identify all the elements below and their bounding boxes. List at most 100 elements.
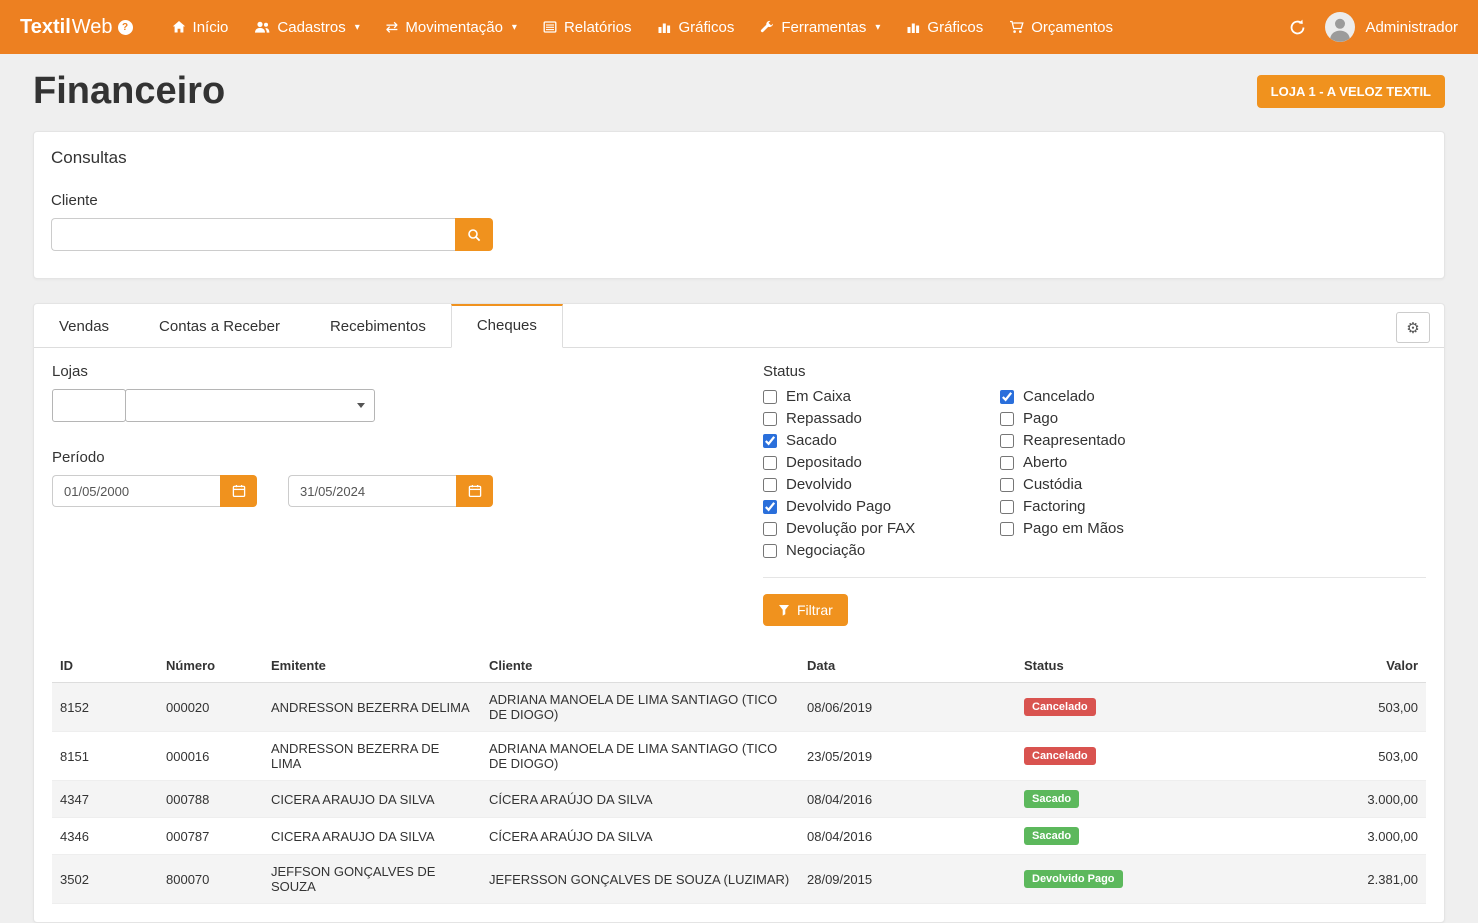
chevron-down-icon: ▾ [355, 22, 360, 33]
header-data: Data [799, 650, 1016, 683]
nav-orcamentos[interactable]: Orçamentos [996, 0, 1126, 54]
tab-bar: Vendas Contas a Receber Recebimentos Che… [34, 304, 1444, 348]
filter-button[interactable]: Filtrar [763, 594, 848, 626]
status-checkbox[interactable] [1000, 478, 1014, 492]
nav-label: Gráficos [678, 19, 734, 36]
status-checkbox[interactable] [763, 434, 777, 448]
status-option-label: Devolvido [786, 477, 852, 492]
brand-logo[interactable]: TextilWeb ? [20, 16, 133, 39]
status-option[interactable]: Reapresentado [1000, 433, 1237, 448]
status-checkbox[interactable] [763, 390, 777, 404]
nav-inicio[interactable]: Início [159, 0, 242, 54]
status-option[interactable]: Factoring [1000, 499, 1237, 514]
status-option[interactable]: Devolvido Pago [763, 499, 1000, 514]
status-option[interactable]: Sacado [763, 433, 1000, 448]
cell-status: Sacado [1016, 818, 1231, 855]
periodo-label: Período [52, 449, 763, 466]
status-option[interactable]: Negociação [763, 543, 1000, 558]
status-checkbox[interactable] [763, 522, 777, 536]
header-status: Status [1016, 650, 1231, 683]
status-checkbox[interactable] [1000, 500, 1014, 514]
status-option[interactable]: Cancelado [1000, 389, 1237, 404]
nav-graficos-1[interactable]: Gráficos [644, 0, 747, 54]
tabs-panel: Vendas Contas a Receber Recebimentos Che… [33, 303, 1445, 923]
nav-ferramentas[interactable]: Ferramentas ▾ [747, 0, 893, 54]
consultas-panel: Consultas Cliente [33, 131, 1445, 279]
status-option[interactable]: Pago em Mãos [1000, 521, 1237, 536]
header-emitente: Emitente [263, 650, 481, 683]
status-checkbox[interactable] [1000, 522, 1014, 536]
loja-select[interactable] [125, 389, 375, 422]
header-valor: Valor [1231, 650, 1426, 683]
status-option-label: Custódia [1023, 477, 1082, 492]
refresh-button[interactable] [1289, 19, 1306, 36]
nav-cadastros[interactable]: Cadastros ▾ [241, 0, 372, 54]
search-button[interactable] [455, 218, 493, 251]
table-row[interactable]: 3502800070JEFFSON GONÇALVES DE SOUZAJEFE… [52, 855, 1426, 904]
calendar-from-button[interactable] [220, 475, 257, 507]
date-to-input[interactable] [288, 475, 456, 507]
table-row[interactable]: 4347000788CICERA ARAUJO DA SILVACÍCERA A… [52, 781, 1426, 818]
nav-movimentacao[interactable]: ⇄ Movimentação ▾ [373, 0, 530, 54]
cell-cliente: CÍCERA ARAÚJO DA SILVA [481, 781, 799, 818]
status-checkbox[interactable] [763, 544, 777, 558]
status-option[interactable]: Aberto [1000, 455, 1237, 470]
status-checkbox[interactable] [763, 456, 777, 470]
store-button[interactable]: LOJA 1 - A VELOZ TEXTIL [1257, 75, 1445, 108]
nav-label: Movimentação [405, 19, 503, 36]
tab-recebimentos[interactable]: Recebimentos [305, 304, 451, 348]
cheques-table: ID Número Emitente Cliente Data Status V… [52, 650, 1426, 904]
loja-code-select[interactable] [52, 389, 126, 422]
status-checkbox[interactable] [763, 500, 777, 514]
cell-emitente: CICERA ARAUJO DA SILVA [263, 781, 481, 818]
main-menu: Início Cadastros ▾ ⇄ Movimentação ▾ Rela… [159, 0, 1126, 54]
refresh-icon [1289, 19, 1306, 36]
cliente-search-input[interactable] [51, 218, 455, 251]
calendar-to-button[interactable] [456, 475, 493, 507]
exchange-icon: ⇄ [386, 20, 399, 35]
calendar-icon [232, 484, 246, 498]
filter-icon [778, 604, 790, 616]
cell-id: 4347 [52, 781, 158, 818]
tab-cheques[interactable]: Cheques [451, 304, 563, 348]
status-option-label: Negociação [786, 543, 865, 558]
status-checkbox[interactable] [763, 412, 777, 426]
status-option[interactable]: Em Caixa [763, 389, 1000, 404]
date-from-input[interactable] [52, 475, 220, 507]
status-badge: Cancelado [1024, 698, 1096, 716]
chart-icon [906, 20, 920, 34]
settings-button[interactable]: ⚙ [1396, 312, 1430, 343]
nav-relatorios[interactable]: Relatórios [530, 0, 645, 54]
cell-valor: 503,00 [1231, 732, 1426, 781]
cliente-label: Cliente [51, 192, 1427, 209]
cart-icon [1009, 20, 1024, 34]
tab-contas-a-receber[interactable]: Contas a Receber [134, 304, 305, 348]
status-option[interactable]: Depositado [763, 455, 1000, 470]
tab-vendas[interactable]: Vendas [34, 304, 134, 348]
nav-graficos-2[interactable]: Gráficos [893, 0, 996, 54]
table-row[interactable]: 8152000020ANDRESSON BEZERRA DELIMAADRIAN… [52, 683, 1426, 732]
table-row[interactable]: 8151000016ANDRESSON BEZERRA DE LIMAADRIA… [52, 732, 1426, 781]
status-option[interactable]: Custódia [1000, 477, 1237, 492]
avatar [1325, 12, 1355, 42]
status-option[interactable]: Pago [1000, 411, 1237, 426]
status-option[interactable]: Devolução por FAX [763, 521, 1000, 536]
status-badge: Cancelado [1024, 747, 1096, 765]
status-checkbox[interactable] [1000, 456, 1014, 470]
nav-label: Cadastros [277, 19, 345, 36]
status-checkbox[interactable] [1000, 390, 1014, 404]
header-cliente: Cliente [481, 650, 799, 683]
cell-numero: 000016 [158, 732, 263, 781]
cell-data: 08/04/2016 [799, 781, 1016, 818]
report-icon [543, 20, 557, 34]
status-option[interactable]: Repassado [763, 411, 1000, 426]
status-checkbox[interactable] [1000, 412, 1014, 426]
status-checkbox[interactable] [1000, 434, 1014, 448]
status-checkbox[interactable] [763, 478, 777, 492]
help-icon[interactable]: ? [118, 20, 133, 35]
cell-data: 08/04/2016 [799, 818, 1016, 855]
table-row[interactable]: 4346000787CICERA ARAUJO DA SILVACÍCERA A… [52, 818, 1426, 855]
status-option[interactable]: Devolvido [763, 477, 1000, 492]
cell-emitente: CICERA ARAUJO DA SILVA [263, 818, 481, 855]
user-menu[interactable]: Administrador [1325, 12, 1458, 42]
